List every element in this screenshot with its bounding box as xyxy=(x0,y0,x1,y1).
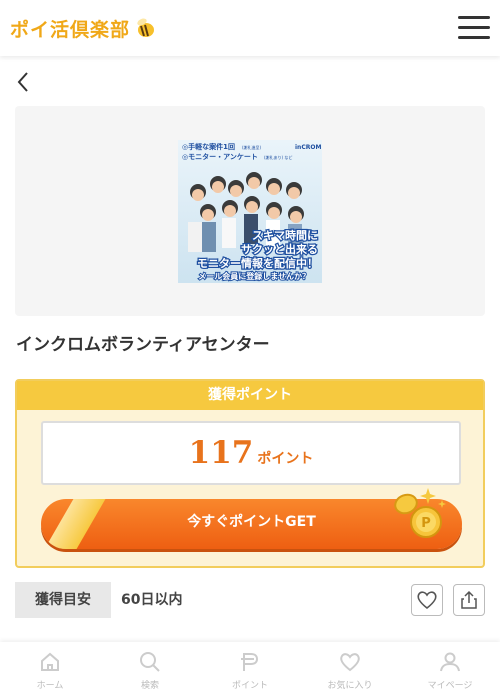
point-unit: ポイント xyxy=(257,451,314,467)
site-logo[interactable]: ポイ活倶楽部 xyxy=(10,16,156,41)
offer-title: インクロムボランティアセンター xyxy=(16,335,270,355)
point-panel-header: 獲得ポイント xyxy=(17,381,483,410)
banner-line-1-note: (謝礼進呈) xyxy=(242,144,262,150)
logo-text: ポイ活倶楽部 xyxy=(10,18,131,41)
point-value: 117 xyxy=(188,435,254,471)
nav-label: お気に入り xyxy=(327,681,373,691)
banner-line-2: ◎モニター・アンケート xyxy=(182,152,258,161)
banner-brand: inCROM xyxy=(295,144,321,151)
nav-label: ホーム xyxy=(36,681,64,691)
share-button[interactable] xyxy=(453,584,485,616)
home-icon xyxy=(41,652,59,671)
bottom-navigation: ホーム 検索 ポイント お気に入り マイページ xyxy=(0,642,500,700)
nav-item-mypage[interactable]: マイページ xyxy=(400,642,500,700)
search-icon xyxy=(140,652,160,672)
banner-catch-1: スキマ時間に xyxy=(252,228,318,242)
banner-catch-4: メール会員に登録しませんか？ xyxy=(198,271,310,281)
banner-catch-2: サクッと出来る xyxy=(241,242,318,256)
nav-label: マイページ xyxy=(427,681,473,691)
hamburger-menu-button[interactable] xyxy=(458,14,490,42)
nav-item-favorites[interactable]: お気に入り xyxy=(300,642,400,700)
favorite-button[interactable] xyxy=(411,584,443,616)
nav-item-home[interactable]: ホーム xyxy=(0,642,100,700)
share-icon xyxy=(461,590,477,609)
estimate-value: 60日以内 xyxy=(121,592,183,608)
banner-line-1: ◎手軽な案件1回 xyxy=(182,142,235,151)
header: ポイ活倶楽部 xyxy=(0,0,500,56)
nav-label: ポイント xyxy=(231,681,268,691)
svg-text:P: P xyxy=(421,516,431,531)
nav-item-point[interactable]: ポイント xyxy=(200,642,300,700)
banner-line-2-note: (謝礼あり) など xyxy=(264,154,292,160)
user-icon xyxy=(440,652,460,672)
point-icon xyxy=(241,653,259,671)
nav-label: 検索 xyxy=(140,681,159,691)
chevron-left-icon[interactable] xyxy=(14,70,34,94)
heart-icon xyxy=(340,653,360,672)
bee-icon xyxy=(137,18,155,37)
coins-icon: P xyxy=(394,488,446,538)
estimate-label: 獲得目安 xyxy=(15,582,111,618)
heart-icon xyxy=(417,591,437,610)
banner-catch-3: モニター情報を配信中！ xyxy=(197,256,318,270)
point-value-box: 117 ポイント xyxy=(41,421,461,485)
offer-banner-image[interactable]: ◎手軽な案件1回 (謝礼進呈) ◎モニター・アンケート (謝礼あり) など in… xyxy=(178,140,322,283)
nav-item-search[interactable]: 検索 xyxy=(100,642,200,700)
